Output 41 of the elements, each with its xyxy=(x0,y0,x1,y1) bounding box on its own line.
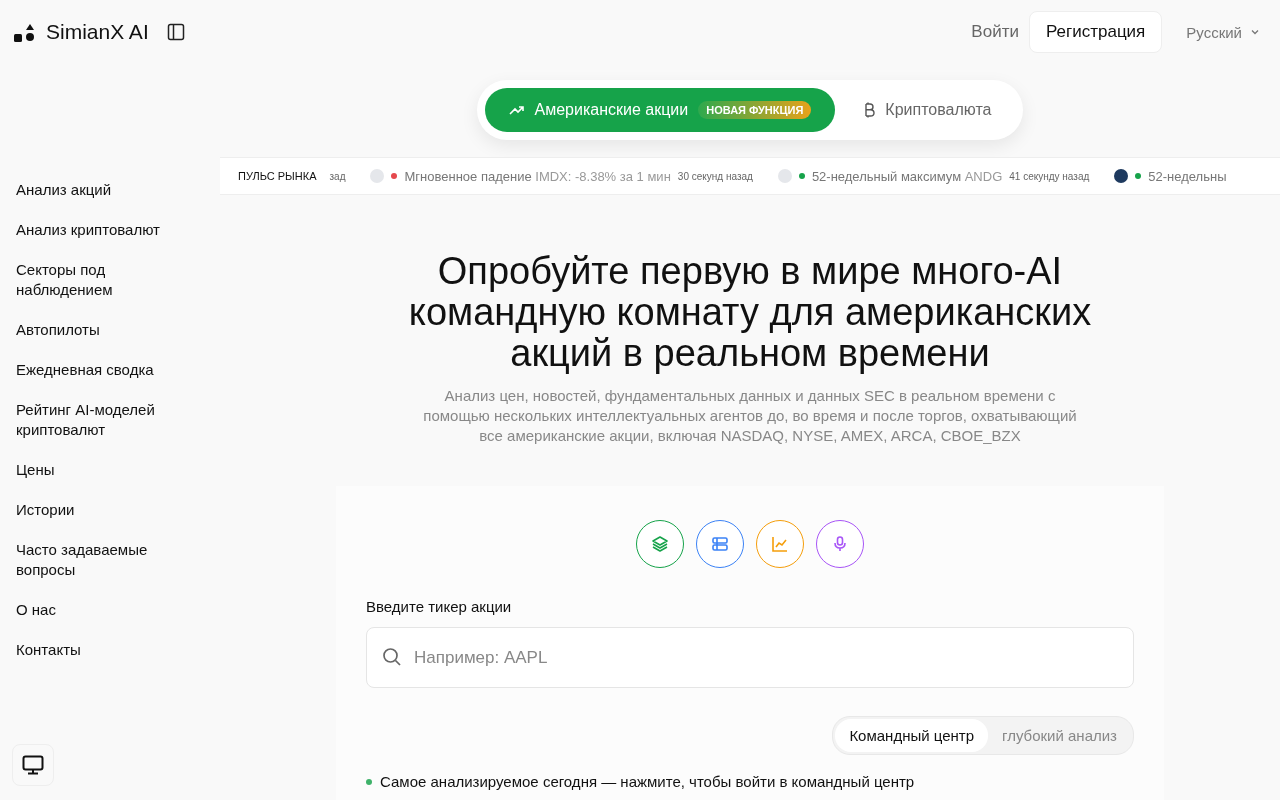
ticker-event[interactable]: Мгновенное падение IMDX: -8.38% за 1 мин xyxy=(404,168,671,184)
ticker-time: 41 секунду назад xyxy=(1009,170,1090,182)
chevron-down-icon xyxy=(1250,27,1260,37)
company-logo-icon xyxy=(777,169,792,183)
company-logo-icon xyxy=(1114,169,1129,183)
sidebar-item[interactable]: Часто задаваемые вопросы xyxy=(0,530,180,590)
login-link[interactable]: Войти xyxy=(971,22,1019,42)
bitcoin-icon xyxy=(863,102,876,118)
trend-up-icon xyxy=(508,104,525,116)
analysis-mode-tab[interactable]: Командный центр xyxy=(835,719,989,752)
sidebar-item[interactable]: Автопилоты xyxy=(0,310,180,350)
sidebar-item[interactable]: Анализ криптовалют xyxy=(0,210,180,250)
hero-title: Опробуйте первую в мире много-AI командную комнату для американских акций в реальном времени xyxy=(407,251,1093,374)
language-selector[interactable]: Русский xyxy=(1172,23,1260,41)
brand-name: SimianX AI xyxy=(46,20,149,44)
sidebar-item[interactable]: Анализ акций xyxy=(0,170,180,210)
sidebar-item[interactable]: Истории xyxy=(0,490,180,530)
display-button[interactable] xyxy=(12,744,54,786)
trending-hint[interactable]: Самое анализируемое сегодня — нажмите, чтобы войти в командный центр xyxy=(380,773,915,790)
hero-subtitle: Анализ цен, новостей, фундаментальных данных и данных SEC в реальном времени с помощью нескольких интеллектуальных агентов до, во время и после торгов, охватывающий все американские акции, включая NASDAQ, NYSE, AMEX, ARCA, CBOE_BZX xyxy=(422,386,1078,446)
ticker-event[interactable]: 52-недельны xyxy=(1148,168,1227,184)
sidebar-item[interactable]: Цены xyxy=(0,450,180,490)
sidebar-toggle-icon[interactable] xyxy=(166,23,185,41)
sidebar-item[interactable]: Контакты xyxy=(0,630,180,670)
ticker-label: ПУЛЬС РЫНКА xyxy=(238,170,317,182)
sidebar-item[interactable]: О нас xyxy=(0,590,180,630)
market-tab[interactable]: Криптовалюта xyxy=(839,88,1016,132)
ticker-time: зад xyxy=(329,170,346,182)
ticker-time: 30 секунд назад xyxy=(677,170,753,182)
sidebar-item[interactable]: Ежедневная сводка xyxy=(0,350,180,390)
bullet-dot xyxy=(366,778,372,785)
ticker-event[interactable]: 52-недельный максимум ANDG xyxy=(811,168,1003,184)
monitor-icon xyxy=(22,755,44,775)
company-logo-icon xyxy=(370,169,385,183)
ticker-search-field[interactable]: Например: AAPL xyxy=(366,627,1134,688)
register-button[interactable]: Регистрация xyxy=(1028,11,1163,53)
logo-icon xyxy=(14,22,36,42)
ticker-input-label: Введите тикер акции xyxy=(366,598,513,615)
sidebar-item[interactable]: Рейтинг AI-моделей криптовалют xyxy=(0,390,180,450)
search-icon xyxy=(382,647,402,667)
sidebar-item[interactable]: Секторы под наблюдением xyxy=(0,250,180,310)
